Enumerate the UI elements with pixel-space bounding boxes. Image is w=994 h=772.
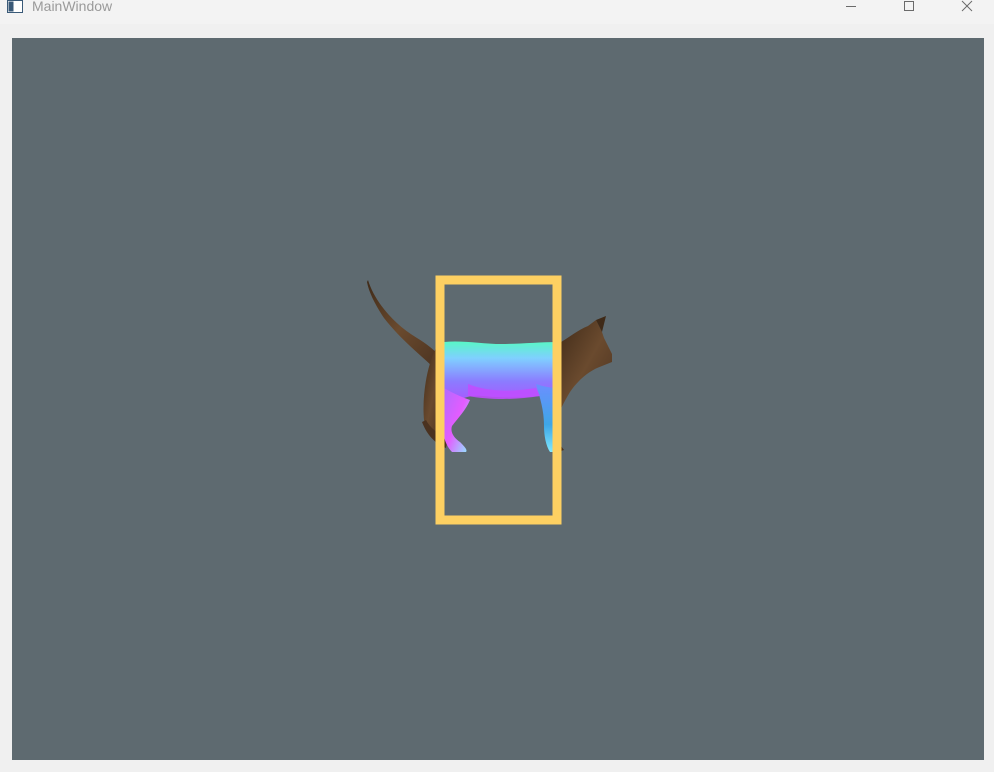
cat-tail — [367, 280, 440, 368]
window-title: MainWindow — [32, 0, 113, 14]
close-button[interactable] — [944, 0, 990, 18]
main-window: MainWindow — [0, 0, 994, 772]
close-icon — [961, 0, 973, 12]
title-bar[interactable]: MainWindow — [0, 0, 994, 24]
app-window-icon — [7, 0, 23, 13]
maximize-button[interactable] — [886, 0, 932, 18]
render-viewport[interactable] — [12, 38, 984, 760]
cat-rear-leg-normal-map — [444, 388, 470, 452]
scene-canvas — [367, 275, 612, 525]
maximize-icon — [904, 1, 914, 11]
minimize-button[interactable] — [828, 0, 874, 18]
minimize-icon — [846, 6, 856, 7]
cat-head-fur — [558, 320, 612, 416]
